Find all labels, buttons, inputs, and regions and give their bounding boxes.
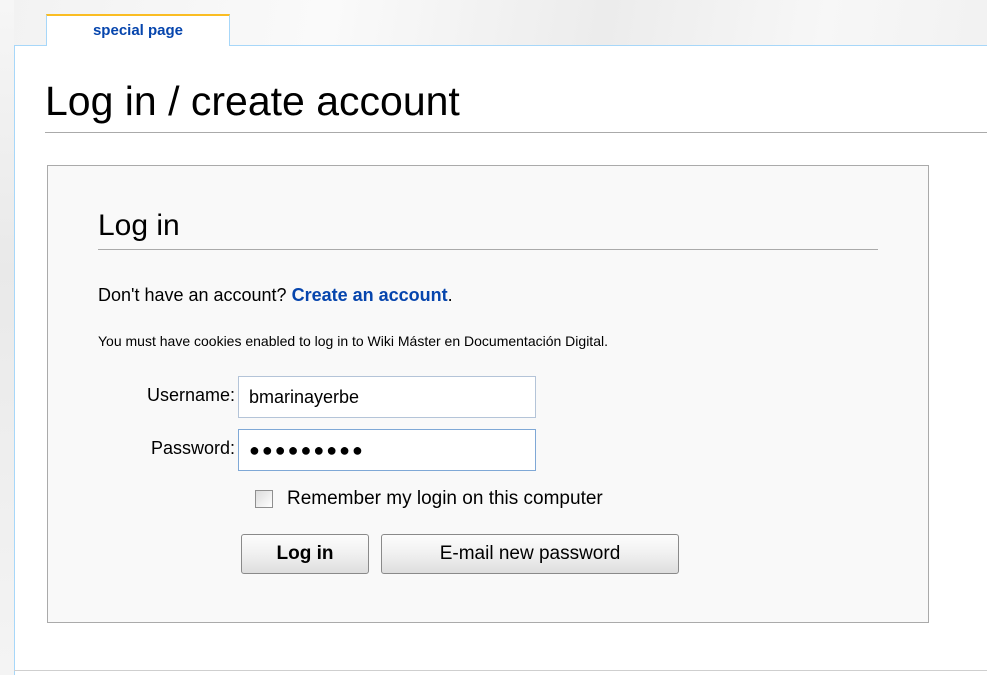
username-label: Username: [146,385,235,405]
page-title: Log in / create account [45,78,460,124]
heading-divider [98,249,878,250]
content-area: Log in / create account Log in Don't hav… [14,45,987,675]
login-button[interactable]: Log in [241,534,369,574]
left-gradient-strip [0,0,14,675]
no-account-line: Don't have an account? Create an account… [98,285,453,306]
password-field[interactable] [238,429,536,471]
remember-checkbox[interactable] [255,490,273,508]
login-heading: Log in [98,209,180,242]
period-text: . [447,285,453,305]
tab-label: special page [92,22,184,39]
no-account-text: Don't have an account? [98,285,287,305]
remember-label[interactable]: Remember my login on this computer [287,488,603,510]
username-field[interactable] [238,376,536,418]
password-label: Password: [150,438,235,458]
login-box: Log in Don't have an account? Create an … [47,165,929,623]
cookies-note: You must have cookies enabled to log in … [98,333,608,349]
create-account-link[interactable]: Create an account [292,285,448,305]
bottom-divider [14,670,987,671]
title-divider [45,132,987,133]
page-background: special page Log in / create account Log… [0,0,987,675]
remember-row: Remember my login on this computer [255,488,603,510]
email-new-password-button[interactable]: E-mail new password [381,534,679,574]
tab-special-page[interactable]: special page [46,14,230,46]
